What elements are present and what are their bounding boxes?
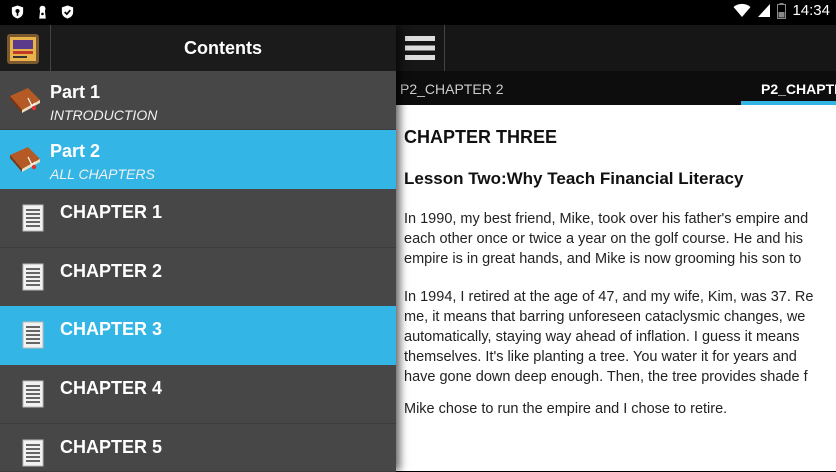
text-line: automatically, staying way ahead of infl… — [404, 329, 800, 345]
book-icon — [10, 88, 40, 113]
text-line: each other once or twice a year on the g… — [404, 231, 803, 247]
document-icon — [22, 321, 44, 349]
toc-chapter-4[interactable]: CHAPTER 4 — [0, 365, 396, 424]
navigation-drawer: Contents Part 1 INTRODUCTION Part 2 ALL … — [0, 25, 396, 472]
chapter-label: CHAPTER 1 — [60, 202, 163, 222]
chapter-label: CHAPTER 2 — [60, 261, 163, 281]
chapter-content[interactable]: CHAPTER THREE Lesson Two:Why Teach Finan… — [396, 105, 836, 471]
app-book-icon[interactable] — [6, 33, 40, 65]
paragraph: In 1994, I retired at the age of 47, and… — [404, 287, 813, 387]
chapter-label: CHAPTER 3 — [60, 319, 163, 339]
toc-chapter-2[interactable]: CHAPTER 2 — [0, 248, 396, 307]
text-line: In 1994, I retired at the age of 47, and… — [404, 289, 814, 305]
text-line: have gone down deep enough. Then, the tr… — [404, 369, 808, 385]
document-icon — [22, 380, 44, 408]
reader-pane: P2_CHAPTER 2 P2_CHAPTE CHAPTER THREE Les… — [396, 25, 836, 471]
group-subtitle: ALL CHAPTERS — [50, 166, 155, 182]
document-icon — [22, 204, 44, 232]
text-line: Mike chose to run the empire and I chose… — [404, 401, 728, 417]
group-subtitle: INTRODUCTION — [50, 107, 158, 123]
shield-icon — [61, 5, 74, 19]
tab-p2-chapter-3[interactable]: P2_CHAPTE — [761, 81, 836, 97]
action-bar — [396, 25, 836, 71]
chapter-heading: CHAPTER THREE — [404, 127, 558, 147]
chapter-label: CHAPTER 5 — [60, 437, 163, 457]
battery-icon — [777, 2, 787, 19]
document-icon — [22, 263, 44, 291]
lesson-heading: Lesson Two:Why Teach Financial Literacy — [404, 169, 744, 188]
toc-group-part-1[interactable]: Part 1 INTRODUCTION — [0, 71, 396, 130]
drawer-title: Contents — [184, 38, 262, 58]
status-bar: 14:34 — [0, 0, 836, 25]
toc-chapter-3[interactable]: CHAPTER 3 — [0, 306, 396, 365]
drawer-header: Contents — [0, 25, 396, 71]
toc-chapter-5[interactable]: CHAPTER 5 — [0, 424, 396, 472]
text-line: me, it means that barring unforeseen cat… — [404, 309, 806, 325]
chapter-tabs: P2_CHAPTER 2 P2_CHAPTE — [396, 71, 836, 105]
document-icon — [22, 439, 44, 467]
text-line: In 1990, my best friend, Mike, took over… — [404, 211, 809, 227]
text-line: empire is in great hands, and Mike is no… — [404, 251, 802, 267]
paragraph: Mike chose to run the empire and I chose… — [404, 399, 727, 419]
shield-icon — [11, 5, 24, 19]
keyhole-icon — [39, 5, 46, 19]
tab-p2-chapter-2[interactable]: P2_CHAPTER 2 — [400, 81, 503, 97]
paragraph: In 1990, my best friend, Mike, took over… — [404, 209, 808, 269]
menu-button[interactable] — [396, 25, 445, 71]
group-title: Part 1 — [50, 82, 101, 102]
wifi-icon — [733, 3, 751, 18]
text-line: themselves. It's like planting a tree. Y… — [404, 349, 797, 365]
toc-group-part-2[interactable]: Part 2 ALL CHAPTERS — [0, 130, 396, 189]
chapter-label: CHAPTER 4 — [60, 378, 163, 398]
toc-chapter-1[interactable]: CHAPTER 1 — [0, 189, 396, 248]
group-title: Part 2 — [50, 141, 101, 161]
signal-icon — [758, 4, 771, 17]
clock: 14:34 — [792, 2, 830, 19]
book-icon — [10, 147, 40, 172]
hamburger-icon — [405, 36, 435, 60]
